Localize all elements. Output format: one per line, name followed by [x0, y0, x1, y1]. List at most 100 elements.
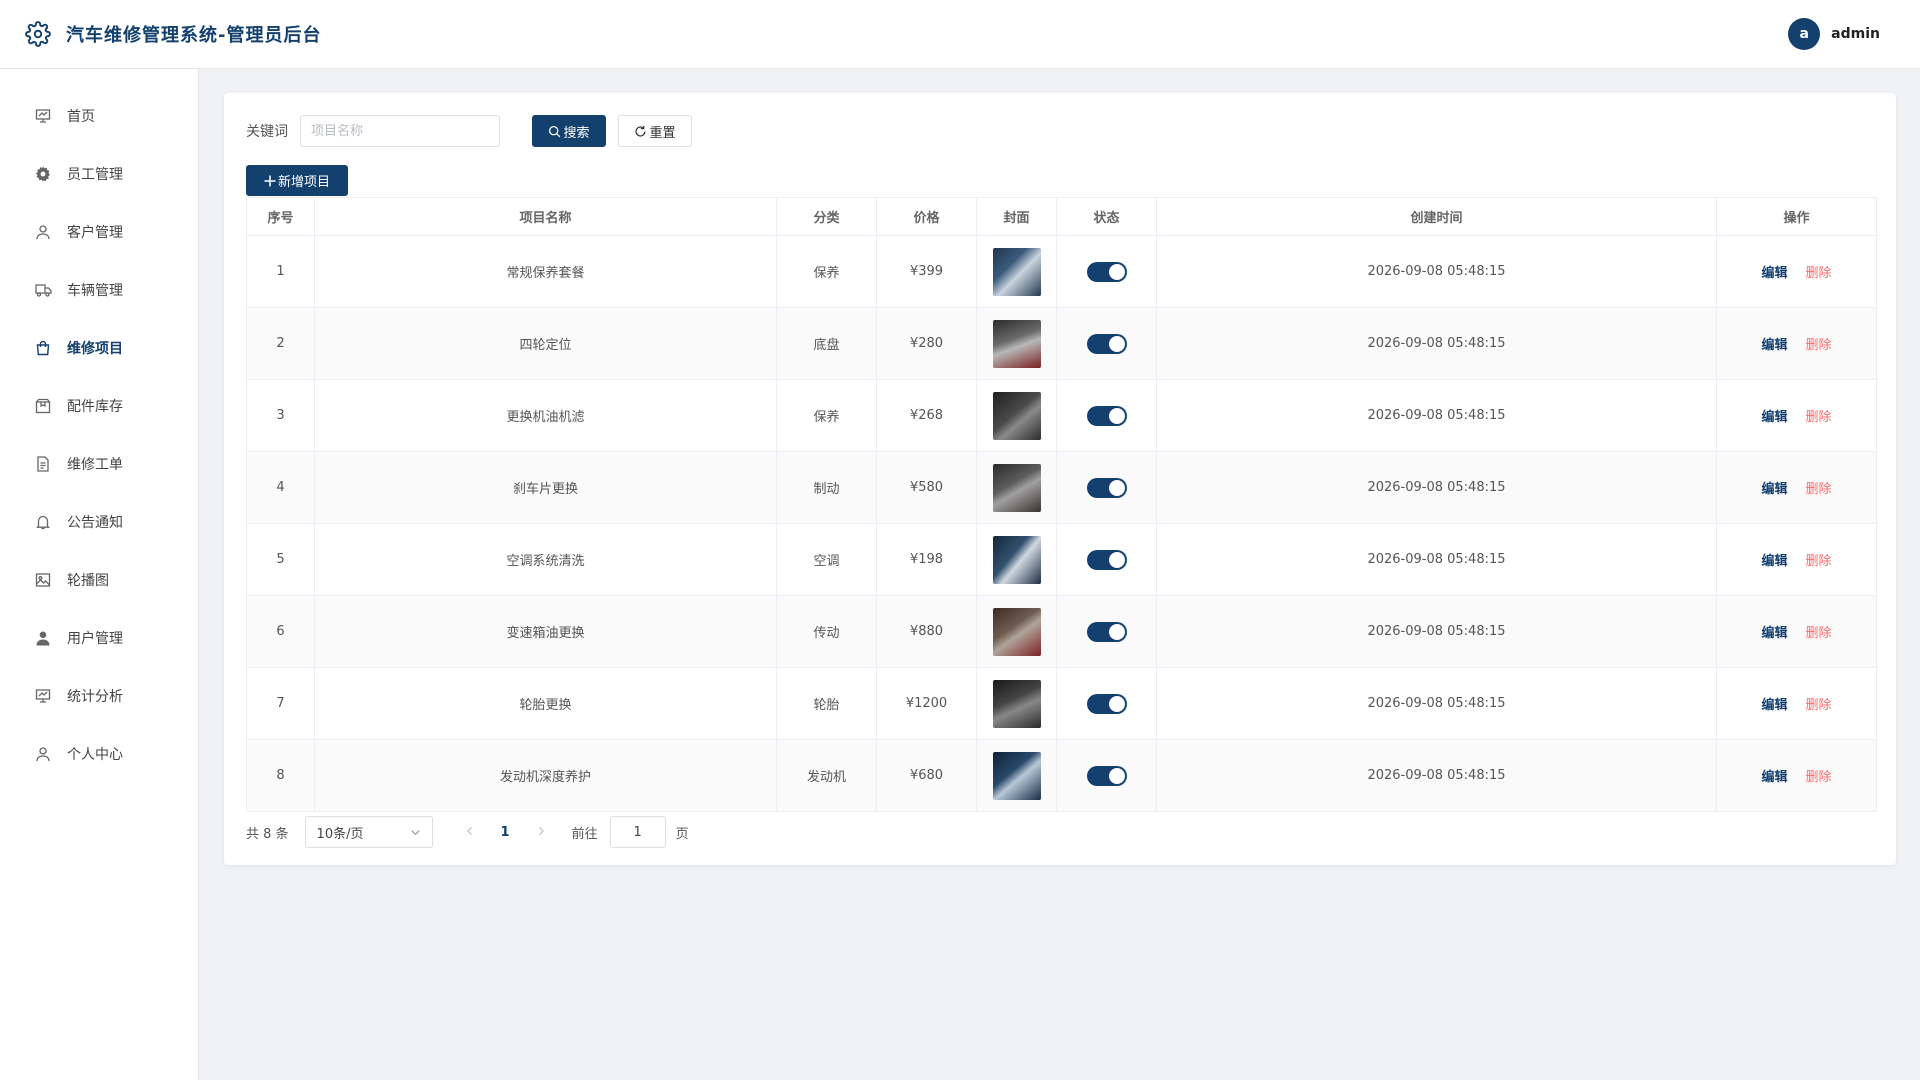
- status-toggle[interactable]: [1086, 261, 1127, 282]
- prev-page-button[interactable]: [459, 825, 481, 840]
- sidebar-item-customers[interactable]: 客户管理: [0, 203, 198, 261]
- sidebar-item-statistics[interactable]: 统计分析: [0, 667, 198, 725]
- status-toggle[interactable]: [1086, 621, 1127, 642]
- sidebar-item-users[interactable]: 用户管理: [0, 609, 198, 667]
- cell-status: [1056, 667, 1157, 740]
- sidebar: 首页 员工管理 客户管理 车辆管理 维修项目 配件库存 维修工单 公告通知 轮播…: [0, 69, 199, 1080]
- table-row: 8 发动机深度养护 发动机 ¥680 2026-09-08 05:48:15 编辑 删除: [246, 739, 1877, 812]
- dashboard-icon: [34, 107, 52, 125]
- cell-created: 2026-09-08 05:48:15: [1156, 595, 1717, 668]
- avatar[interactable]: a: [1788, 18, 1821, 50]
- cell-category: 空调: [776, 523, 877, 596]
- add-item-button-label: 新增项目: [277, 175, 330, 190]
- reset-button-label: 重置: [649, 125, 676, 141]
- delete-button[interactable]: 删除: [1806, 626, 1832, 641]
- cell-index: 5: [246, 523, 315, 596]
- sidebar-item-label: 员工管理: [67, 167, 123, 183]
- delete-button[interactable]: 删除: [1806, 770, 1832, 785]
- cell-cover: [976, 307, 1057, 380]
- status-toggle[interactable]: [1086, 765, 1127, 786]
- cell-status: [1056, 379, 1157, 452]
- gear-logo-icon: [24, 20, 52, 48]
- delete-button[interactable]: 删除: [1806, 554, 1832, 569]
- cell-category: 保养: [776, 379, 877, 452]
- edit-button[interactable]: 编辑: [1761, 698, 1787, 713]
- delete-button[interactable]: 删除: [1806, 482, 1832, 497]
- cover-thumbnail[interactable]: [992, 319, 1041, 368]
- edit-button[interactable]: 编辑: [1761, 410, 1787, 425]
- box-icon: [34, 397, 52, 415]
- username[interactable]: admin: [1831, 26, 1880, 42]
- page-number-current[interactable]: 1: [501, 825, 510, 840]
- user-icon: [34, 223, 52, 241]
- cover-thumbnail[interactable]: [992, 391, 1041, 440]
- reset-button[interactable]: 重置: [618, 115, 692, 147]
- cell-price: ¥280: [876, 307, 977, 380]
- cover-thumbnail[interactable]: [992, 535, 1041, 584]
- cell-cover: [976, 235, 1057, 308]
- edit-button[interactable]: 编辑: [1761, 266, 1787, 281]
- status-toggle[interactable]: [1086, 693, 1127, 714]
- cover-thumbnail[interactable]: [992, 607, 1041, 656]
- cell-status: [1056, 235, 1157, 308]
- cover-thumbnail[interactable]: [992, 463, 1041, 512]
- cell-created: 2026-09-08 05:48:15: [1156, 379, 1717, 452]
- cell-created: 2026-09-08 05:48:15: [1156, 235, 1717, 308]
- edit-button[interactable]: 编辑: [1761, 554, 1787, 569]
- column-header-price: 价格: [876, 197, 977, 236]
- cell-index: 8: [246, 739, 315, 812]
- edit-button[interactable]: 编辑: [1761, 626, 1787, 641]
- table-row: 7 轮胎更换 轮胎 ¥1200 2026-09-08 05:48:15 编辑 删除: [246, 667, 1877, 740]
- edit-button[interactable]: 编辑: [1761, 770, 1787, 785]
- sidebar-item-employees[interactable]: 员工管理: [0, 145, 198, 203]
- status-toggle[interactable]: [1086, 333, 1127, 354]
- delete-button[interactable]: 删除: [1806, 266, 1832, 281]
- sidebar-item-home[interactable]: 首页: [0, 87, 198, 145]
- cell-actions: 编辑 删除: [1716, 595, 1877, 668]
- next-page-button[interactable]: [530, 825, 552, 840]
- truck-icon: [34, 281, 52, 299]
- status-toggle[interactable]: [1086, 477, 1127, 498]
- cell-created: 2026-09-08 05:48:15: [1156, 667, 1717, 740]
- cell-name: 更换机油机滤: [314, 379, 777, 452]
- sidebar-item-repair-items[interactable]: 维修项目: [0, 319, 198, 377]
- cell-price: ¥268: [876, 379, 977, 452]
- cell-status: [1056, 739, 1157, 812]
- sidebar-item-label: 维修项目: [67, 341, 123, 357]
- cell-index: 7: [246, 667, 315, 740]
- edit-button[interactable]: 编辑: [1761, 338, 1787, 353]
- user-menu[interactable]: a admin: [1788, 18, 1880, 50]
- chevron-left-icon: [466, 826, 472, 835]
- cell-created: 2026-09-08 05:48:15: [1156, 307, 1717, 380]
- status-toggle[interactable]: [1086, 405, 1127, 426]
- page-size-select[interactable]: 10条/页: [304, 816, 433, 848]
- delete-button[interactable]: 删除: [1806, 698, 1832, 713]
- keyword-label: 关键词: [246, 124, 288, 140]
- cell-index: 6: [246, 595, 315, 668]
- cover-thumbnail[interactable]: [992, 247, 1041, 296]
- sidebar-item-vehicles[interactable]: 车辆管理: [0, 261, 198, 319]
- chevron-right-icon: [538, 826, 544, 835]
- sidebar-item-notices[interactable]: 公告通知: [0, 493, 198, 551]
- column-header-created: 创建时间: [1156, 197, 1717, 236]
- cell-name: 刹车片更换: [314, 451, 777, 524]
- sidebar-item-parts-inventory[interactable]: 配件库存: [0, 377, 198, 435]
- cell-name: 发动机深度养护: [314, 739, 777, 812]
- add-item-button[interactable]: 新增项目: [246, 165, 348, 196]
- search-button[interactable]: 搜索: [532, 115, 606, 147]
- sidebar-item-work-orders[interactable]: 维修工单: [0, 435, 198, 493]
- chevron-down-icon: [410, 829, 420, 835]
- status-toggle[interactable]: [1086, 549, 1127, 570]
- column-header-actions: 操作: [1716, 197, 1877, 236]
- sidebar-item-profile[interactable]: 个人中心: [0, 725, 198, 783]
- delete-button[interactable]: 删除: [1806, 338, 1832, 353]
- cover-thumbnail[interactable]: [992, 679, 1041, 728]
- edit-button[interactable]: 编辑: [1761, 482, 1787, 497]
- cell-index: 1: [246, 235, 315, 308]
- cover-thumbnail[interactable]: [992, 751, 1041, 800]
- cell-index: 4: [246, 451, 315, 524]
- sidebar-item-carousel[interactable]: 轮播图: [0, 551, 198, 609]
- keyword-input[interactable]: [300, 115, 500, 147]
- goto-page-input[interactable]: [609, 816, 666, 848]
- delete-button[interactable]: 删除: [1806, 410, 1832, 425]
